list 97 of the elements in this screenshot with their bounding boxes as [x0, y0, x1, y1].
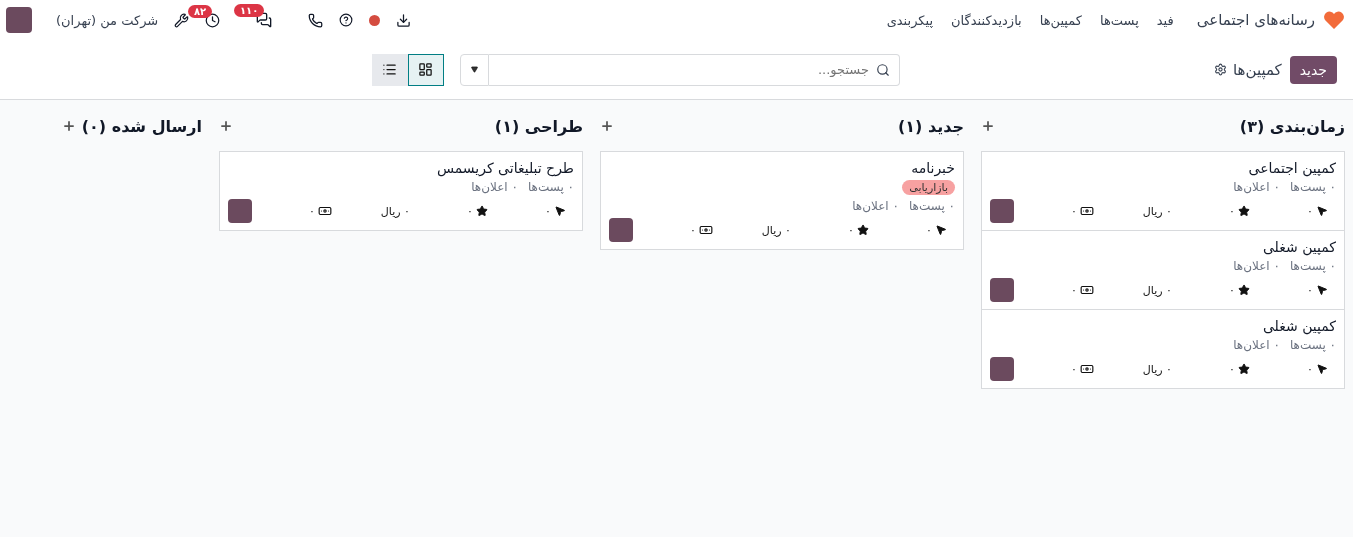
banknote-icon	[1080, 204, 1094, 218]
favorites-count: ۰	[1229, 362, 1235, 376]
tools-icon[interactable]	[174, 12, 190, 28]
banknote-icon	[699, 223, 713, 237]
phone-icon[interactable]	[308, 12, 324, 28]
notifications-count: ۰ اعلان‌ها	[1233, 259, 1280, 273]
pointer-icon	[935, 224, 947, 236]
favorites-count: ۰	[1229, 283, 1235, 297]
avatar-placeholder[interactable]	[228, 199, 252, 223]
posts-count: ۰ پست‌ها	[908, 199, 955, 213]
pointer-icon	[554, 205, 566, 217]
favorites-count: ۰	[467, 204, 473, 218]
caret-icon	[471, 66, 478, 73]
clicks-count: ۰	[1307, 283, 1313, 297]
revenue-amount: ۰ ریال	[1142, 283, 1172, 297]
settings-icon[interactable]	[1214, 63, 1227, 76]
card-title: کمپین شغلی	[1261, 318, 1336, 334]
posts-count: ۰ پست‌ها	[1289, 259, 1336, 273]
clock-icon[interactable]	[205, 12, 221, 28]
column-title: طراحی (۱)	[494, 116, 583, 136]
avatar-placeholder[interactable]	[990, 199, 1014, 223]
column-title: ارسال شده (۰)	[81, 116, 202, 136]
campaign-card[interactable]: کمپین اجتماعی ۰ پست‌ها ۰ اعلان‌ها ۰ ۰ ۰ ریال ۰	[981, 151, 1345, 231]
tag: بازاریابی	[902, 180, 955, 195]
posts-count: ۰ پست‌ها	[1289, 180, 1336, 194]
list-icon	[382, 62, 398, 77]
heart-logo-icon[interactable]	[1323, 10, 1345, 30]
revenue-amount: ۰ ریال	[1142, 362, 1172, 376]
banknote-icon	[1080, 362, 1094, 376]
campaign-card[interactable]: خبرنامه بازاریابی ۰ پست‌ها ۰ اعلان‌ها ۰ ۰ ۰ ریال ۰	[600, 151, 964, 250]
pointer-icon	[1316, 363, 1328, 375]
app-name[interactable]: رسانه‌های اجتماعی	[1196, 11, 1315, 29]
notification-badge: ۸۲	[188, 4, 213, 18]
kanban-view-button[interactable]	[408, 53, 444, 86]
breadcrumb: کمپین‌ها	[1233, 60, 1282, 79]
pointer-icon	[1316, 284, 1328, 296]
search-field[interactable]: جستجو...	[489, 53, 900, 86]
help-icon[interactable]	[339, 13, 354, 27]
campaign-card[interactable]: طرح تبلیغاتی کریسمس ۰ پست‌ها ۰ اعلان‌ها ۰ ۰ ۰ ریال ۰	[219, 151, 583, 231]
menu-item[interactable]: بازدیدکنندگان	[942, 12, 1031, 28]
campaign-card[interactable]: کمپین شغلی ۰ پست‌ها ۰ اعلان‌ها ۰ ۰ ۰ ریال ۰	[981, 230, 1345, 310]
notifications-count: ۰ اعلان‌ها	[1233, 338, 1280, 352]
notifications-count: ۰ اعلان‌ها	[852, 199, 899, 213]
clicks-count: ۰	[926, 223, 932, 237]
notifications-count: ۰ اعلان‌ها	[471, 180, 518, 194]
revenue-amount: ۰ ریال	[380, 204, 410, 218]
avatar-placeholder[interactable]	[609, 218, 633, 242]
campaign-card[interactable]: کمپین شغلی ۰ پست‌ها ۰ اعلان‌ها ۰ ۰ ۰ ریال ۰	[981, 309, 1345, 389]
favorites-count: ۰	[848, 223, 854, 237]
list-view-button[interactable]	[372, 53, 408, 86]
star-icon	[857, 224, 869, 236]
star-icon	[1238, 284, 1250, 296]
menu-item[interactable]: پست‌ها	[1091, 12, 1148, 28]
dropdown-toggle[interactable]	[460, 53, 489, 86]
new-button[interactable]: جدید	[1289, 55, 1337, 84]
card-title: خبرنامه	[910, 160, 955, 176]
clicks-count: ۰	[545, 204, 551, 218]
notification-badge: ۱۱۰	[233, 4, 265, 17]
posts-count: ۰ پست‌ها	[527, 180, 574, 194]
cost-amount: ۰	[690, 223, 696, 237]
menu-item[interactable]: کمپین‌ها	[1030, 12, 1091, 28]
card-title: کمپین اجتماعی	[1247, 160, 1336, 176]
kanban-icon	[418, 62, 434, 77]
cost-amount: ۰	[1071, 204, 1077, 218]
banknote-icon	[318, 204, 332, 218]
avatar-placeholder[interactable]	[990, 357, 1014, 381]
download-icon[interactable]	[396, 12, 412, 28]
cost-amount: ۰	[1071, 362, 1077, 376]
favorites-count: ۰	[1229, 204, 1235, 218]
company-name[interactable]: شرکت من (تهران)	[56, 12, 159, 28]
banknote-icon	[1080, 283, 1094, 297]
add-icon[interactable]	[981, 119, 995, 133]
star-icon	[1238, 363, 1250, 375]
avatar-placeholder[interactable]	[990, 278, 1014, 302]
revenue-amount: ۰ ریال	[1142, 204, 1172, 218]
add-icon[interactable]	[600, 119, 614, 133]
revenue-amount: ۰ ریال	[761, 223, 791, 237]
chat-icon[interactable]	[256, 12, 273, 28]
card-title: کمپین شغلی	[1261, 239, 1336, 255]
clicks-count: ۰	[1307, 204, 1313, 218]
menu-item[interactable]: فید	[1147, 12, 1183, 28]
cost-amount: ۰	[309, 204, 315, 218]
card-title: طرح تبلیغاتی کریسمس	[435, 160, 574, 176]
pointer-icon	[1316, 205, 1328, 217]
column-title: جدید (۱)	[898, 116, 964, 136]
star-icon	[1238, 205, 1250, 217]
record-dot-icon[interactable]	[369, 14, 381, 26]
posts-count: ۰ پست‌ها	[1289, 338, 1336, 352]
menu-item[interactable]: پیکربندی	[877, 12, 943, 28]
column-title: زمان‌بندی (۳)	[1239, 116, 1345, 136]
cost-amount: ۰	[1071, 283, 1077, 297]
add-icon[interactable]	[219, 119, 233, 133]
notifications-count: ۰ اعلان‌ها	[1233, 180, 1280, 194]
clicks-count: ۰	[1307, 362, 1313, 376]
search-icon	[876, 62, 890, 77]
star-icon	[476, 205, 488, 217]
add-icon[interactable]	[62, 119, 76, 133]
